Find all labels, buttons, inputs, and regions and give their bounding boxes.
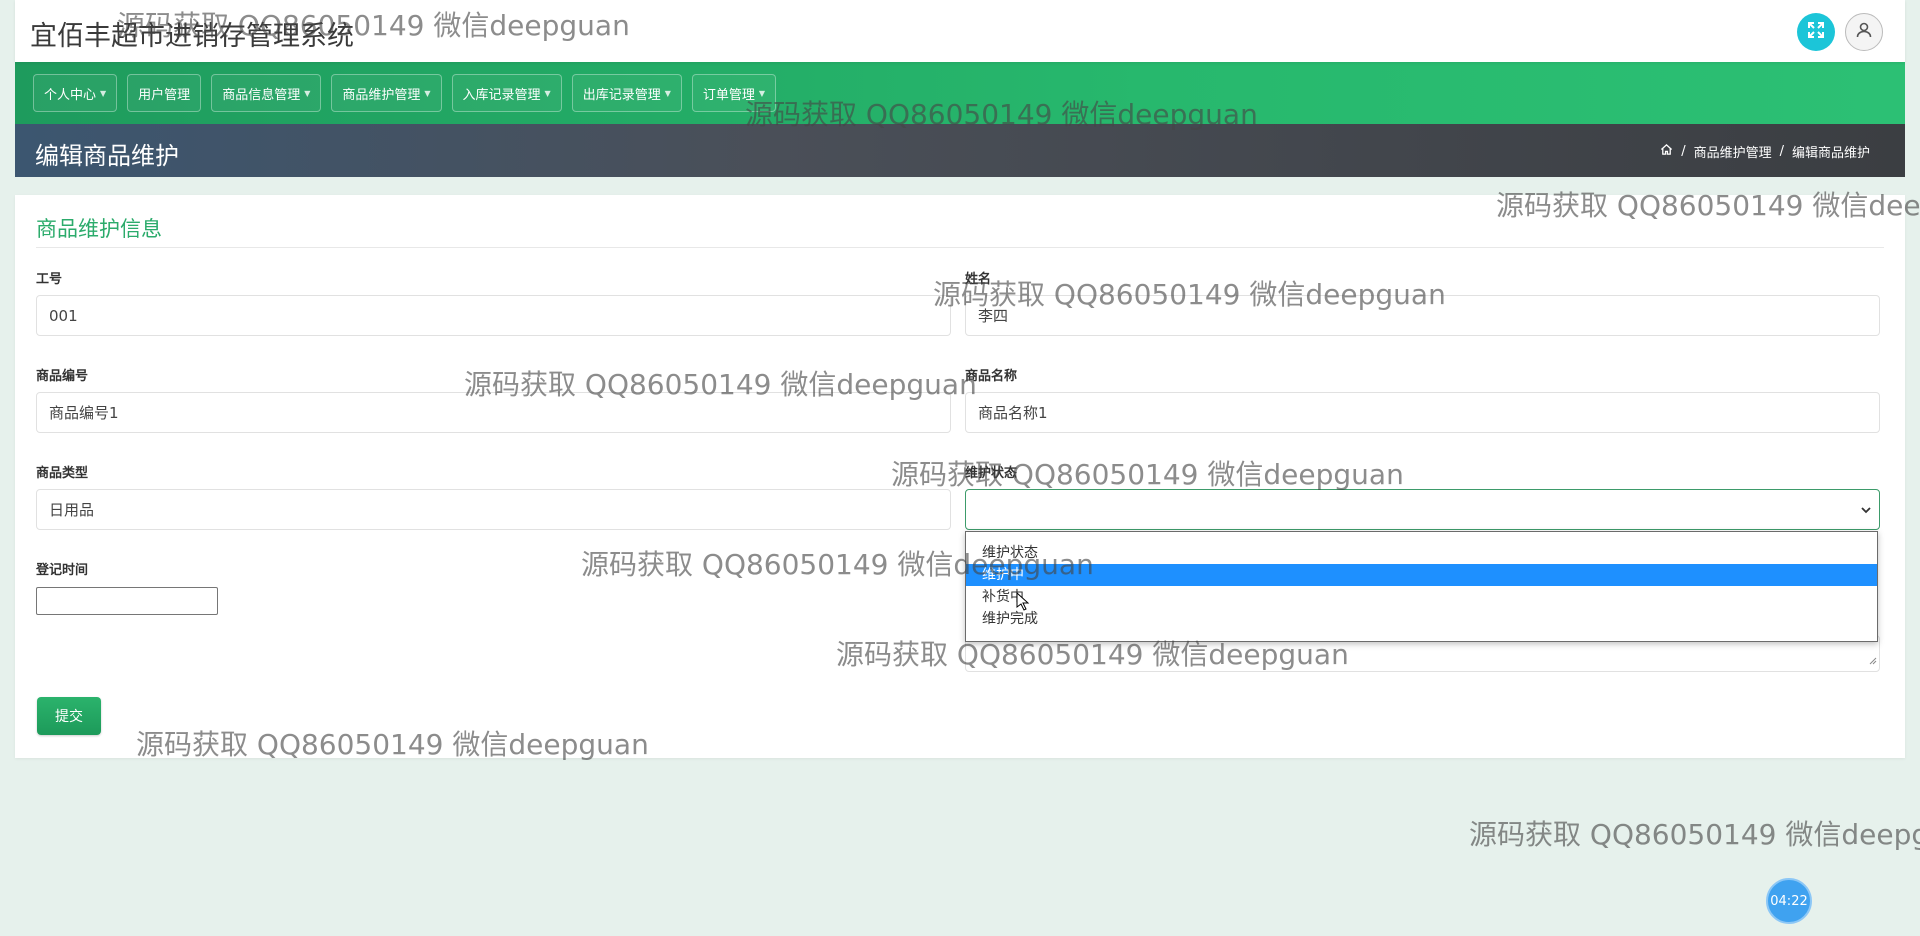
nav-product-maintenance[interactable]: 商品维护管理 ▼	[331, 74, 442, 112]
app-title: 宜佰丰超市进销存管理系统	[30, 21, 354, 52]
mouse-cursor-icon	[1016, 591, 1030, 616]
page-header-bar: 编辑商品维护 / 商品维护管理 / 编辑商品维护	[15, 124, 1905, 177]
nav-label: 个人中心	[44, 87, 97, 103]
caret-down-icon: ▼	[304, 88, 311, 98]
divider	[36, 247, 1884, 248]
main-nav: 个人中心 ▼ 用户管理 商品信息管理 ▼ 商品维护管理 ▼ 入库记录管理 ▼ 出库记录管…	[15, 62, 1905, 124]
nav-personal-center[interactable]: 个人中心 ▼	[33, 74, 118, 112]
watermark-text: 源码获取 QQ86050149 微信deepguan	[1469, 818, 1920, 851]
product-name-input[interactable]: 商品名称1	[965, 392, 1880, 433]
nav-orders[interactable]: 订单管理 ▼	[691, 74, 777, 112]
status-label: 维护状态	[965, 466, 1018, 481]
nav-label: 用户管理	[138, 87, 191, 103]
top-header: 宜佰丰超市进销存管理系统	[15, 0, 1905, 62]
status-option-placeholder[interactable]: 维护状态	[966, 542, 1877, 564]
nav-label: 出库记录管理	[582, 87, 661, 103]
status-option-maintaining[interactable]: 维护中	[966, 564, 1877, 586]
name-label: 姓名	[965, 272, 992, 287]
status-select[interactable]	[965, 489, 1880, 530]
page-title: 编辑商品维护	[35, 142, 179, 170]
home-icon[interactable]	[1660, 143, 1673, 160]
chevron-down-icon	[1859, 502, 1873, 521]
register-time-input[interactable]	[36, 587, 218, 615]
form-section-title: 商品维护信息	[36, 217, 162, 241]
name-input[interactable]: 李四	[965, 295, 1880, 336]
timer-badge[interactable]: 04:22	[1766, 878, 1812, 924]
employee-id-label: 工号	[36, 272, 63, 287]
breadcrumb: / 商品维护管理 / 编辑商品维护	[1660, 142, 1870, 161]
product-code-label: 商品编号	[36, 369, 89, 384]
breadcrumb-separator: /	[1779, 144, 1784, 159]
nav-user-management[interactable]: 用户管理	[127, 74, 202, 112]
app-shell: 宜佰丰超市进销存管理系统 个人中心 ▼ 用户管理 商品信息管理 ▼ 商品维护管理 ▼ …	[15, 0, 1905, 177]
product-type-input[interactable]: 日用品	[36, 489, 951, 530]
breadcrumb-item[interactable]: 商品维护管理	[1694, 142, 1772, 161]
submit-button[interactable]: 提交	[37, 697, 101, 735]
nav-label: 商品信息管理	[222, 87, 301, 103]
nav-label: 订单管理	[702, 87, 755, 103]
caret-down-icon: ▼	[664, 88, 671, 98]
breadcrumb-separator: /	[1681, 144, 1686, 159]
nav-product-info[interactable]: 商品信息管理 ▼	[211, 74, 322, 112]
product-code-input[interactable]: 商品编号1	[36, 392, 951, 433]
user-menu-button[interactable]	[1845, 13, 1883, 51]
product-type-label: 商品类型	[36, 466, 89, 481]
expand-icon	[1807, 21, 1825, 43]
nav-label: 商品维护管理	[342, 87, 421, 103]
breadcrumb-item-current: 编辑商品维护	[1791, 146, 1870, 161]
caret-down-icon: ▼	[100, 88, 107, 98]
caret-down-icon: ▼	[758, 88, 766, 98]
register-time-label: 登记时间	[36, 563, 89, 578]
employee-id-input[interactable]: 001	[36, 295, 951, 336]
user-icon	[1855, 21, 1873, 43]
status-option-completed[interactable]: 维护完成	[966, 608, 1877, 630]
resize-grip-icon[interactable]	[1869, 650, 1877, 669]
caret-down-icon: ▼	[544, 88, 551, 98]
nav-outbound-records[interactable]: 出库记录管理 ▼	[571, 74, 682, 112]
status-option-restocking[interactable]: 补货中	[966, 586, 1877, 608]
nav-inbound-records[interactable]: 入库记录管理 ▼	[451, 74, 562, 112]
product-name-label: 商品名称	[965, 369, 1018, 384]
nav-label: 入库记录管理	[462, 87, 541, 103]
caret-down-icon: ▼	[424, 88, 431, 98]
edit-form-card: 商品维护信息 工号 001 姓名 李四 商品编号 商品编号1 商品名称 商品名称…	[15, 195, 1905, 758]
fullscreen-button[interactable]	[1797, 13, 1835, 51]
status-dropdown-list: 维护状态 维护中 补货中 维护完成	[965, 531, 1878, 642]
